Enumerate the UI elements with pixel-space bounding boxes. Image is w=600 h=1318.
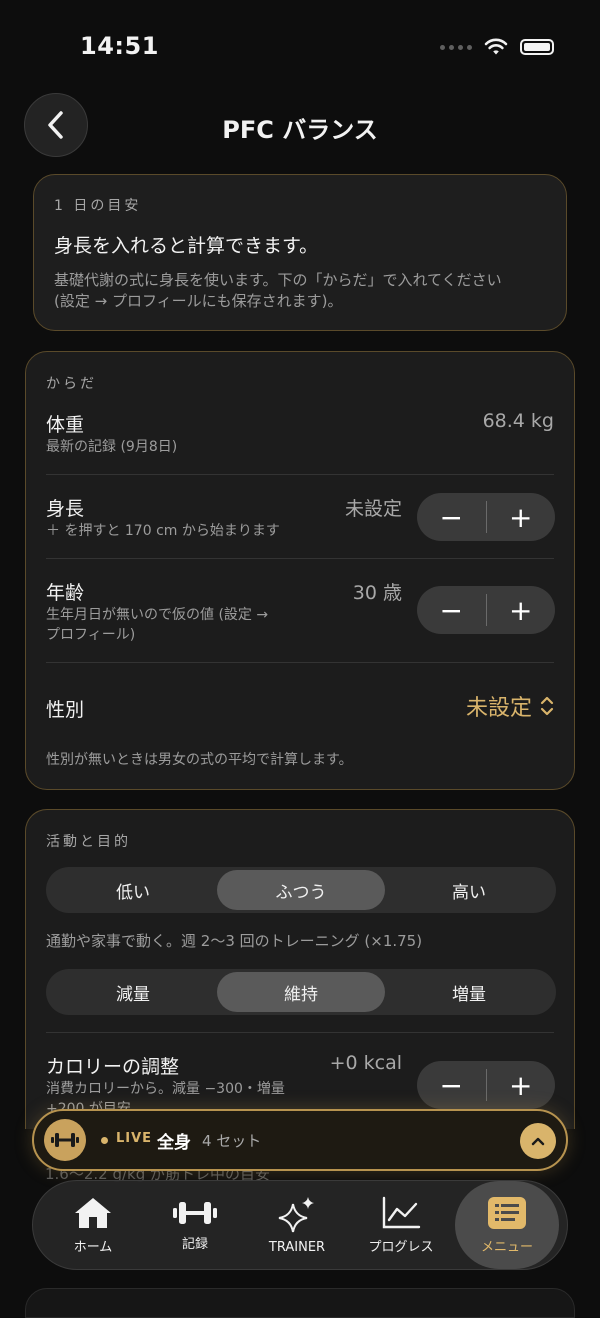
divider bbox=[46, 474, 554, 475]
dumbbell-icon bbox=[51, 1133, 79, 1147]
age-sub-1: 生年月日が無いので仮の値 (設定 → bbox=[46, 607, 269, 623]
calorie-increment-button[interactable]: + bbox=[487, 1061, 556, 1109]
divider bbox=[46, 662, 554, 663]
height-value: 未設定 bbox=[344, 498, 402, 520]
goal-option-cut[interactable]: 減量 bbox=[49, 972, 217, 1012]
tab-bar: ホーム 記録 TRAINER プログレス メニュー bbox=[32, 1180, 568, 1270]
height-stepper[interactable]: − + bbox=[417, 493, 555, 541]
divider bbox=[46, 1032, 554, 1033]
divider bbox=[46, 558, 554, 559]
body-section-label: からだ bbox=[46, 376, 97, 392]
tab-home-label: ホーム bbox=[73, 1239, 113, 1255]
activity-level-segmented-control[interactable]: 低い ふつう 高い bbox=[46, 867, 556, 913]
daily-target-title: 身長を入れると計算できます。 bbox=[54, 235, 319, 257]
weight-value: 68.4 kg bbox=[482, 410, 554, 432]
calorie-stepper[interactable]: − + bbox=[417, 1061, 555, 1109]
chevron-up-down-icon bbox=[540, 696, 554, 716]
height-decrement-button[interactable]: − bbox=[417, 493, 486, 541]
tab-log-label: 記録 bbox=[181, 1236, 208, 1252]
tab-log[interactable]: 記録 bbox=[145, 1181, 245, 1269]
tab-menu-label: メニュー bbox=[480, 1239, 533, 1255]
home-icon bbox=[75, 1197, 111, 1228]
daily-target-card: 1 日の目安 身長を入れると計算できます。 基礎代謝の式に身長を使います。下の「… bbox=[33, 174, 567, 331]
age-sub-2: プロフィール) bbox=[46, 627, 136, 643]
goal-option-maintain[interactable]: 維持 bbox=[217, 972, 385, 1012]
activity-section-label: 活動と目的 bbox=[46, 834, 131, 850]
live-indicator-dot bbox=[101, 1137, 108, 1144]
activity-card: 活動と目的 低い ふつう 高い 通勤や家事で動く。週 2〜3 回のトレーニング … bbox=[25, 809, 575, 1129]
goal-option-bulk[interactable]: 増量 bbox=[385, 972, 553, 1012]
daily-target-label: 1 日の目安 bbox=[54, 198, 142, 214]
daily-target-desc-2: (設定 → プロフィールにも保存されます)。 bbox=[54, 292, 343, 310]
height-title: 身長 bbox=[46, 498, 85, 520]
page-title: PFC バランス bbox=[222, 116, 378, 144]
live-workout-bar[interactable]: LIVE 全身 4 セット bbox=[32, 1109, 568, 1171]
live-badge: LIVE bbox=[116, 1131, 153, 1146]
calorie-decrement-button[interactable]: − bbox=[417, 1061, 486, 1109]
calorie-adjust-value: +0 kcal bbox=[329, 1052, 402, 1074]
live-workout-icon bbox=[44, 1119, 86, 1161]
activity-option-low[interactable]: 低い bbox=[49, 870, 217, 910]
weight-sub: 最新の記録 (9月8日) bbox=[46, 439, 178, 455]
live-workout-sets: 4 セット bbox=[202, 1132, 262, 1150]
age-decrement-button[interactable]: − bbox=[417, 586, 486, 634]
next-card-edge bbox=[25, 1288, 575, 1318]
tab-progress[interactable]: プログレス bbox=[351, 1181, 451, 1269]
age-stepper[interactable]: − + bbox=[417, 586, 555, 634]
height-increment-button[interactable]: + bbox=[487, 493, 556, 541]
sex-value: 未設定 bbox=[465, 696, 532, 721]
chevron-up-icon bbox=[531, 1137, 545, 1146]
age-title: 年齢 bbox=[46, 582, 85, 604]
calorie-adjust-title: カロリーの調整 bbox=[46, 1056, 180, 1078]
weight-title: 体重 bbox=[46, 414, 85, 436]
daily-target-desc-1: 基礎代謝の式に身長を使います。下の「からだ」で入れてください bbox=[54, 271, 502, 289]
status-time: 14:51 bbox=[80, 32, 159, 60]
battery-icon bbox=[520, 39, 554, 55]
age-increment-button[interactable]: + bbox=[487, 586, 556, 634]
menu-list-icon bbox=[488, 1196, 526, 1229]
sparkles-icon bbox=[278, 1196, 314, 1232]
tab-trainer-label: TRAINER bbox=[268, 1239, 326, 1255]
body-card: からだ 体重 最新の記録 (9月8日) 68.4 kg 身長 ＋ を押すと 17… bbox=[25, 351, 575, 790]
tab-progress-label: プログレス bbox=[368, 1239, 434, 1255]
tab-home[interactable]: ホーム bbox=[43, 1181, 143, 1269]
sex-note: 性別が無いときは男女の式の平均で計算します。 bbox=[46, 752, 353, 768]
sex-title: 性別 bbox=[46, 699, 85, 721]
chart-line-icon bbox=[382, 1196, 421, 1228]
activity-option-high[interactable]: 高い bbox=[385, 870, 553, 910]
activity-option-normal[interactable]: ふつう bbox=[217, 870, 385, 910]
dumbbell-icon bbox=[173, 1201, 217, 1224]
expand-live-button[interactable] bbox=[520, 1123, 556, 1159]
tab-trainer[interactable]: TRAINER bbox=[247, 1181, 347, 1269]
wifi-icon bbox=[484, 38, 508, 55]
height-sub: ＋ を押すと 170 cm から始まります bbox=[46, 523, 280, 539]
sex-picker[interactable]: 未設定 bbox=[466, 690, 554, 722]
goal-segmented-control[interactable]: 減量 維持 増量 bbox=[46, 969, 556, 1015]
activity-desc: 通勤や家事で動く。週 2〜3 回のトレーニング (×1.75) bbox=[46, 932, 423, 950]
age-value: 30 歳 bbox=[352, 582, 402, 604]
calorie-adjust-sub-1: 消費カロリーから。減量 −300・増量 bbox=[46, 1081, 285, 1097]
tab-menu[interactable]: メニュー bbox=[455, 1181, 559, 1269]
cellular-signal-icon bbox=[440, 44, 472, 50]
status-icons bbox=[440, 38, 554, 56]
live-workout-name: 全身 bbox=[157, 1133, 191, 1153]
